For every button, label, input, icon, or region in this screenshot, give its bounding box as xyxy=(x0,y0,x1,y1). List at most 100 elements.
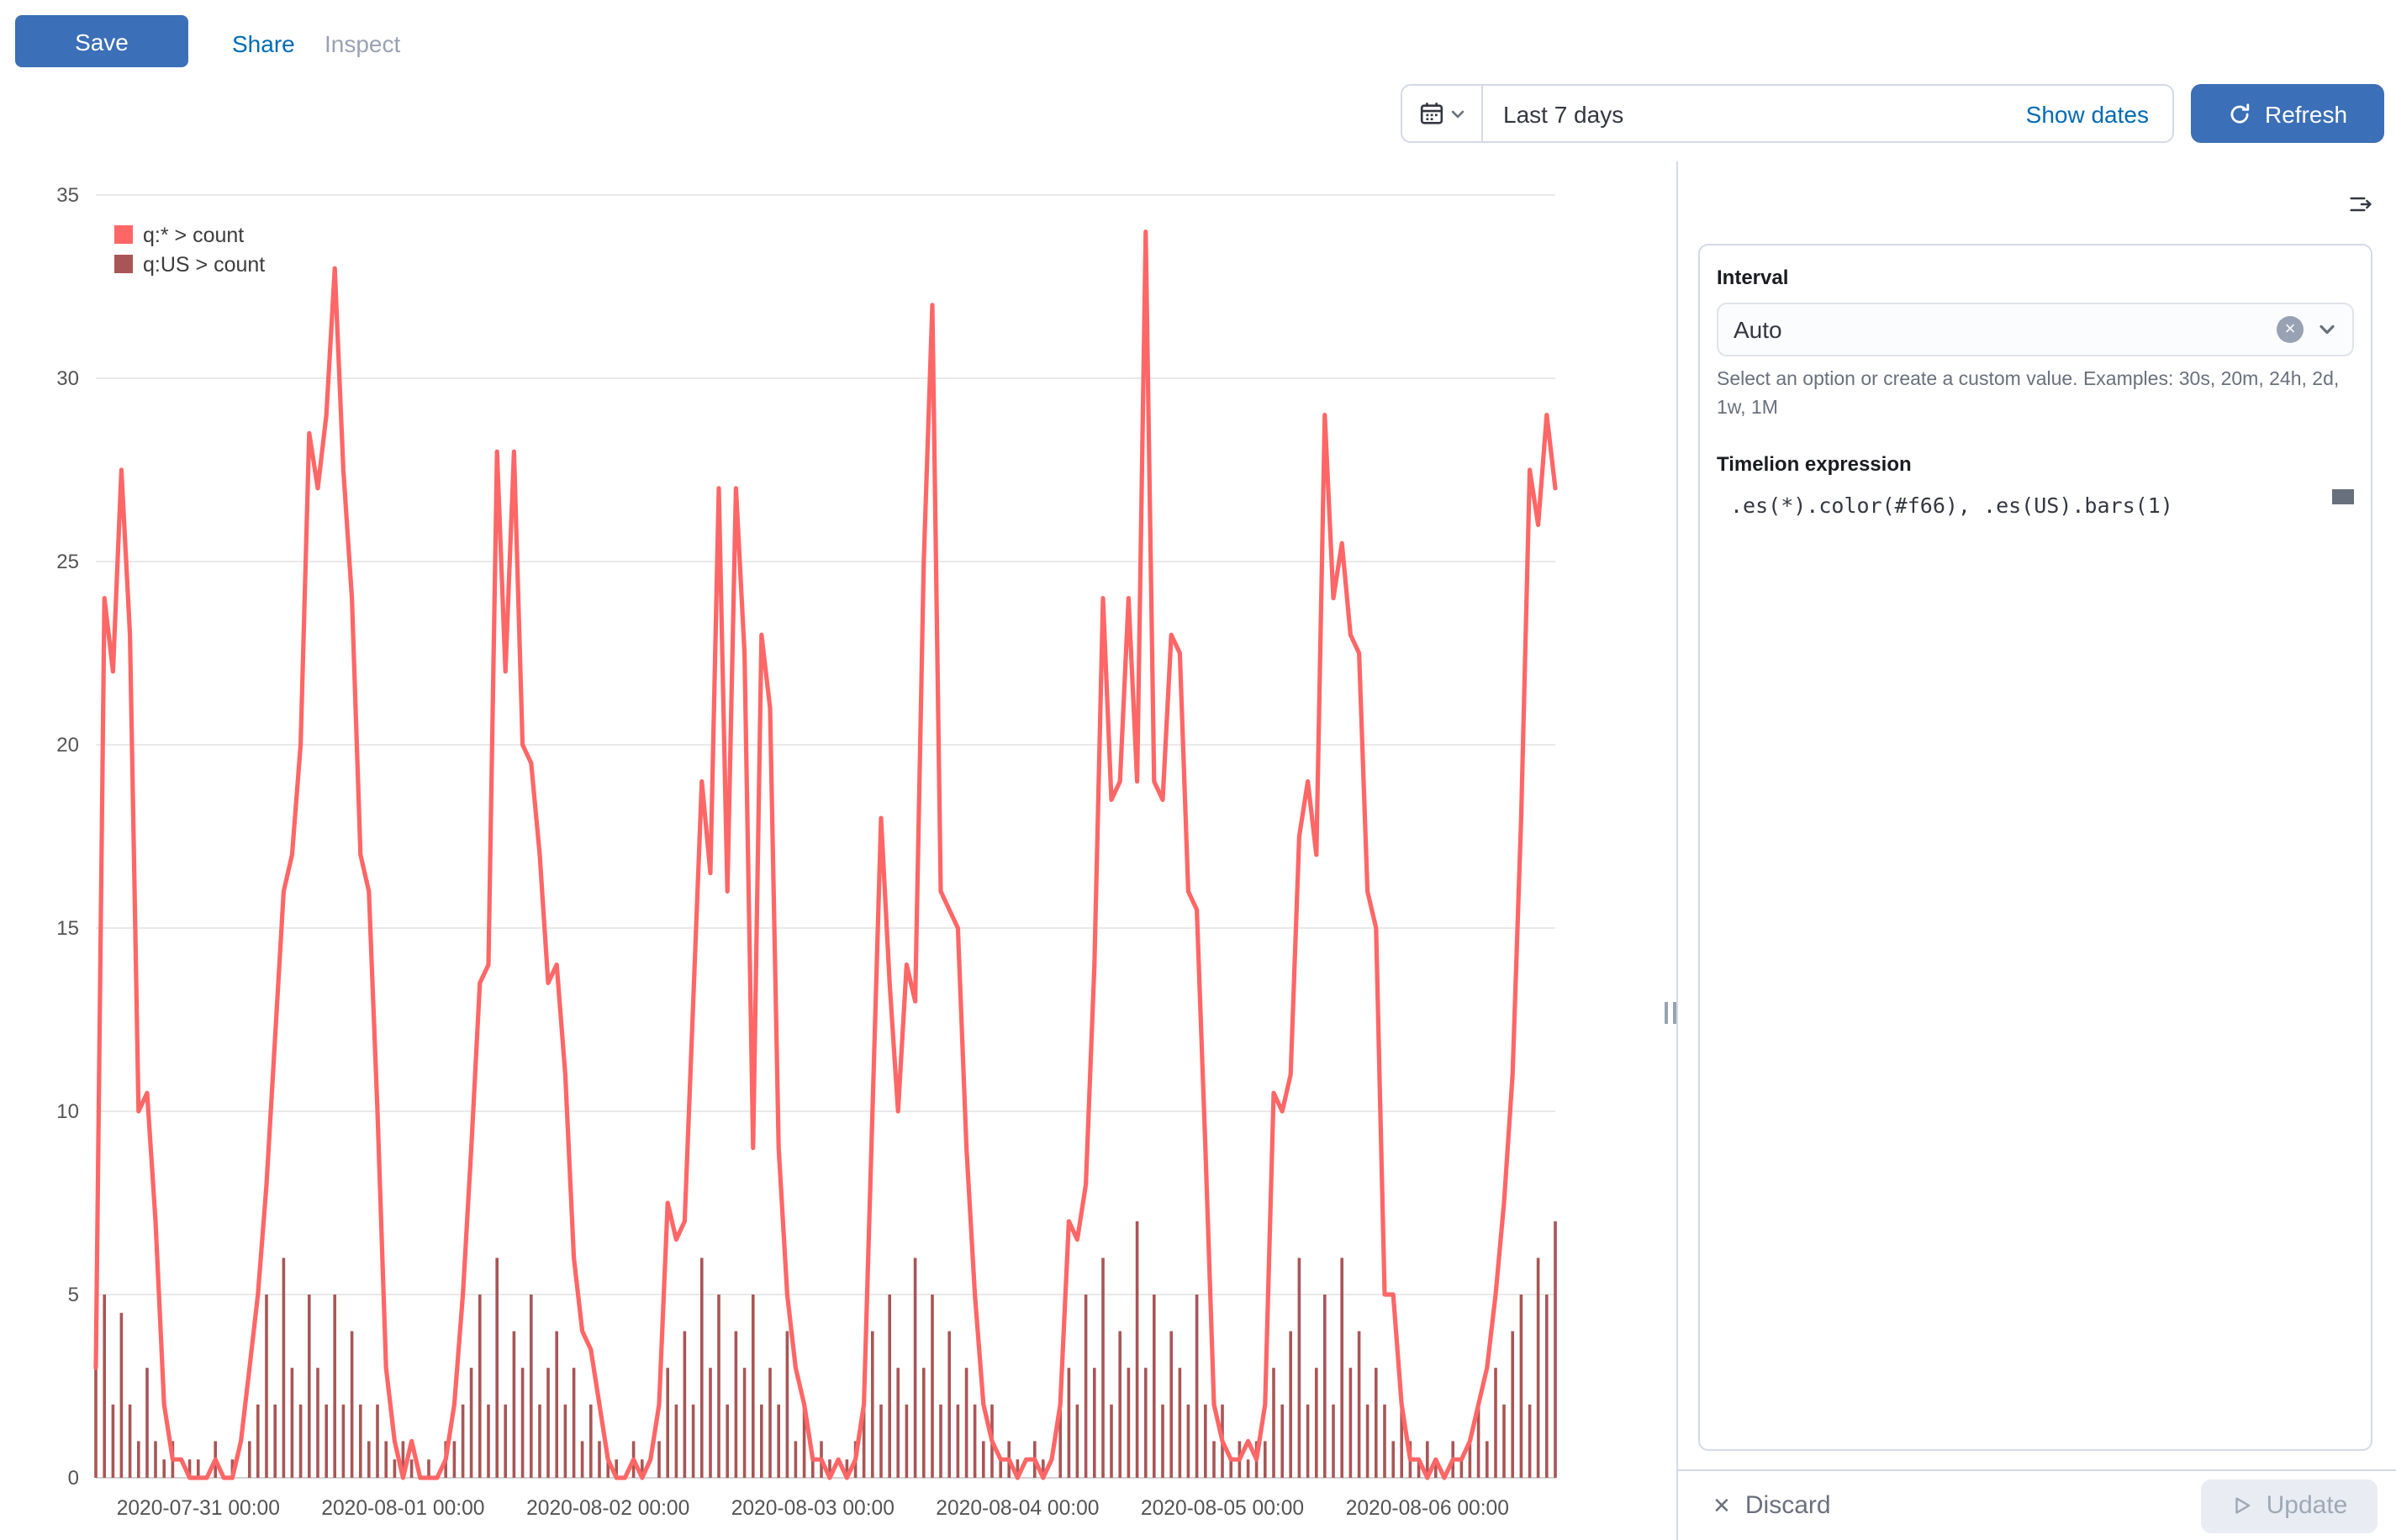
bar xyxy=(462,1405,465,1478)
interval-clear-button[interactable]: × xyxy=(2277,316,2304,343)
bar xyxy=(376,1405,379,1478)
bar xyxy=(1179,1368,1182,1478)
bar xyxy=(1340,1258,1343,1478)
bar xyxy=(1085,1295,1088,1478)
interval-select[interactable]: Auto × xyxy=(1717,303,2354,356)
bar xyxy=(1101,1258,1105,1478)
top-bar: Save Share Inspect L xyxy=(0,0,2396,161)
bar xyxy=(299,1405,303,1478)
bar xyxy=(1298,1258,1301,1478)
bar xyxy=(521,1368,525,1478)
bar xyxy=(564,1405,567,1478)
bar xyxy=(145,1368,149,1478)
bar xyxy=(112,1405,115,1478)
bar xyxy=(1093,1368,1096,1478)
discard-button[interactable]: × Discard xyxy=(1713,1491,1831,1520)
time-range-value[interactable]: Last 7 days xyxy=(1503,100,1623,127)
line-series xyxy=(96,232,1555,1478)
interval-label: Interval xyxy=(1717,266,2354,289)
y-tick-label: 30 xyxy=(56,367,79,390)
bar xyxy=(947,1332,951,1478)
bar xyxy=(589,1405,593,1478)
bar xyxy=(683,1332,687,1478)
bar xyxy=(427,1459,430,1478)
refresh-label: Refresh xyxy=(2265,100,2347,127)
refresh-button[interactable]: Refresh xyxy=(2191,84,2384,143)
bar xyxy=(982,1441,985,1478)
legend-label: q:US > count xyxy=(143,253,265,277)
bar xyxy=(1349,1368,1353,1478)
bar xyxy=(1169,1332,1173,1478)
bar xyxy=(470,1368,473,1478)
update-button[interactable]: Update xyxy=(2201,1479,2378,1532)
x-tick-label: 2020-08-04 00:00 xyxy=(936,1497,1099,1520)
bar xyxy=(666,1368,669,1478)
share-link[interactable]: Share xyxy=(232,30,295,57)
collapse-editor-button[interactable] xyxy=(2339,182,2383,225)
inspect-link[interactable]: Inspect xyxy=(325,30,400,57)
bar xyxy=(248,1441,251,1478)
save-button[interactable]: Save xyxy=(15,15,188,67)
bar xyxy=(1153,1295,1156,1478)
bar xyxy=(1494,1368,1497,1478)
chevron-down-icon xyxy=(1449,105,1465,122)
time-picker: Last 7 days Show dates xyxy=(1401,84,2174,143)
play-icon xyxy=(2231,1495,2253,1516)
main-content: 051015202530352020-07-31 00:002020-08-01… xyxy=(0,161,2396,1540)
x-tick-label: 2020-08-06 00:00 xyxy=(1346,1497,1509,1520)
discard-label: Discard xyxy=(1745,1491,1831,1520)
bar xyxy=(692,1405,695,1478)
bar xyxy=(905,1405,909,1478)
expression-code[interactable]: .es(*).color(#f66), .es(US).bars(1) xyxy=(1717,490,2354,519)
y-tick-label: 10 xyxy=(56,1100,79,1123)
bar xyxy=(1195,1295,1199,1478)
timelion-visualization-editor: Save Share Inspect L xyxy=(0,0,2396,1540)
y-tick-label: 25 xyxy=(56,551,79,573)
bar xyxy=(879,1405,883,1478)
bar xyxy=(914,1258,917,1478)
timelion-expression-label: Timelion expression xyxy=(1717,453,2354,477)
calendar-icon xyxy=(1418,101,1443,126)
chart-panel: 051015202530352020-07-31 00:002020-08-01… xyxy=(0,161,1676,1540)
bar xyxy=(154,1441,157,1478)
bar xyxy=(1306,1405,1310,1478)
bar xyxy=(291,1368,294,1478)
bar xyxy=(760,1405,763,1478)
show-dates-button[interactable]: Show dates xyxy=(2026,100,2172,127)
bar xyxy=(273,1405,277,1478)
interval-help-text: Select an option or create a custom valu… xyxy=(1717,367,2354,423)
bar xyxy=(1187,1405,1190,1478)
editor-scrollbar-thumb[interactable] xyxy=(2332,490,2354,505)
bar xyxy=(1545,1295,1549,1478)
bar xyxy=(1118,1332,1121,1478)
bar xyxy=(504,1405,507,1478)
bar xyxy=(811,1459,815,1478)
x-tick-label: 2020-08-02 00:00 xyxy=(526,1497,689,1520)
bar xyxy=(743,1368,747,1478)
bar xyxy=(342,1405,346,1478)
bar xyxy=(709,1368,712,1478)
panel-resize-handle[interactable] xyxy=(1665,1002,1676,1024)
bar xyxy=(546,1368,550,1478)
bar xyxy=(1315,1368,1318,1478)
bar xyxy=(752,1295,755,1478)
bar xyxy=(1110,1405,1113,1478)
date-quick-select-button[interactable] xyxy=(1402,86,1483,141)
y-tick-label: 20 xyxy=(56,734,79,757)
x-tick-label: 2020-08-01 00:00 xyxy=(321,1497,484,1520)
bar xyxy=(922,1368,926,1478)
bar xyxy=(939,1405,942,1478)
cross-icon: × xyxy=(1713,1491,1730,1520)
update-label: Update xyxy=(2267,1491,2348,1520)
bar xyxy=(1127,1368,1131,1478)
bar xyxy=(129,1405,132,1478)
bar xyxy=(1068,1368,1071,1478)
x-tick-label: 2020-08-05 00:00 xyxy=(1141,1497,1304,1520)
timelion-expression-editor[interactable]: .es(*).color(#f66), .es(US).bars(1) xyxy=(1717,490,2354,1429)
bar xyxy=(393,1459,397,1478)
bar xyxy=(495,1258,499,1478)
timelion-chart-svg[interactable]: 051015202530352020-07-31 00:002020-08-01… xyxy=(0,161,1676,1540)
bar xyxy=(1358,1332,1361,1478)
legend-swatch xyxy=(114,255,133,273)
bar xyxy=(1528,1405,1532,1478)
